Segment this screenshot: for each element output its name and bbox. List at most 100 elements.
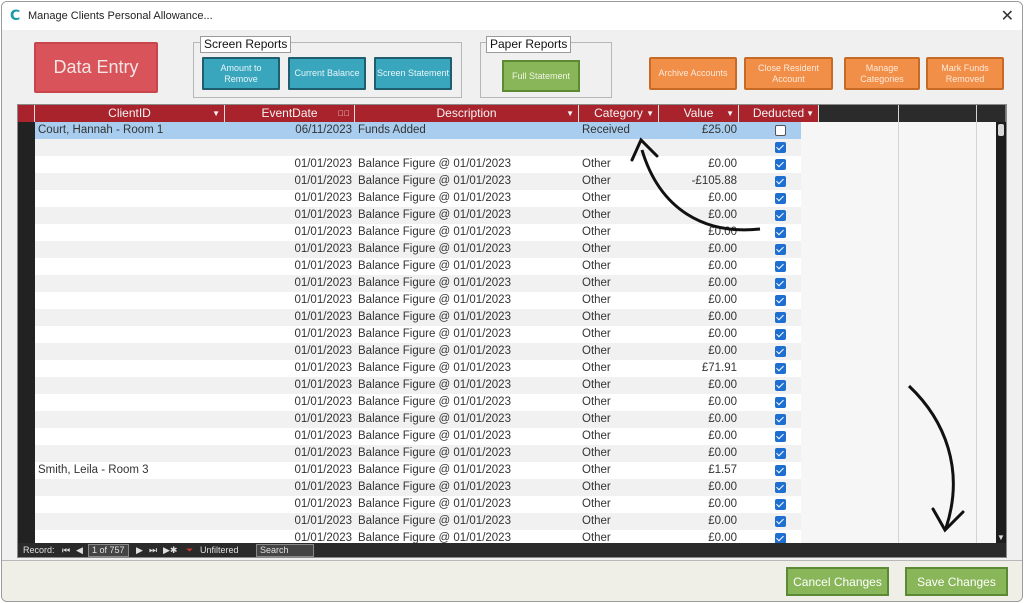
client-cell[interactable]	[35, 224, 225, 241]
description-cell[interactable]: Balance Figure @ 01/01/2023	[355, 530, 577, 543]
client-cell[interactable]: Court, Hannah - Room 1	[35, 122, 225, 139]
table-row[interactable]: 01/01/2023 Balance Figure @ 01/01/2023 Oth…	[35, 258, 801, 275]
description-cell[interactable]: Balance Figure @ 01/01/2023	[355, 360, 577, 377]
value-cell[interactable]: £0.00	[659, 309, 739, 326]
category-cell[interactable]: Received	[579, 122, 659, 139]
category-cell[interactable]: Other	[579, 428, 659, 445]
description-cell[interactable]: Balance Figure @ 01/01/2023	[355, 513, 577, 530]
category-cell[interactable]: Other	[579, 513, 659, 530]
eventdate-cell[interactable]: 01/01/2023	[225, 241, 355, 258]
dropdown-arrow-icon[interactable]: ▼	[646, 105, 654, 122]
cancel-changes-button[interactable]: Cancel Changes	[786, 567, 889, 596]
value-cell[interactable]: £0.00	[659, 428, 739, 445]
eventdate-cell[interactable]: 01/01/2023	[225, 207, 355, 224]
description-cell[interactable]: Funds Added	[355, 122, 577, 139]
screen-statement-button[interactable]: Screen Statement	[374, 57, 452, 90]
category-cell[interactable]: Other	[579, 156, 659, 173]
deducted-checkbox[interactable]	[775, 142, 786, 153]
close-icon[interactable]: ✕	[1001, 6, 1014, 25]
deducted-checkbox[interactable]	[775, 499, 786, 510]
table-row[interactable]: 01/01/2023 Balance Figure @ 01/01/2023 Oth…	[35, 530, 801, 543]
col-header-clientid[interactable]: ClientID ▼	[35, 105, 225, 122]
value-cell[interactable]: £0.00	[659, 445, 739, 462]
deducted-checkbox[interactable]	[775, 380, 786, 391]
deducted-checkbox[interactable]	[775, 516, 786, 527]
table-row[interactable]: 01/01/2023 Balance Figure @ 01/01/2023 Oth…	[35, 292, 801, 309]
table-row[interactable]: 01/01/2023 Balance Figure @ 01/01/2023 Oth…	[35, 377, 801, 394]
table-row[interactable]: 01/01/2023 Balance Figure @ 01/01/2023 Oth…	[35, 326, 801, 343]
deducted-checkbox[interactable]	[775, 295, 786, 306]
manage-categories-button[interactable]: Manage Categories	[844, 57, 920, 90]
value-cell[interactable]: £0.00	[659, 224, 739, 241]
category-cell[interactable]: Other	[579, 241, 659, 258]
category-cell[interactable]: Other	[579, 360, 659, 377]
deducted-checkbox[interactable]	[775, 278, 786, 289]
category-cell[interactable]: Other	[579, 462, 659, 479]
description-cell[interactable]: Balance Figure @ 01/01/2023	[355, 445, 577, 462]
client-cell[interactable]	[35, 479, 225, 496]
table-row[interactable]: 01/01/2023 Balance Figure @ 01/01/2023 Oth…	[35, 224, 801, 241]
client-cell[interactable]	[35, 445, 225, 462]
client-cell[interactable]	[35, 326, 225, 343]
deducted-checkbox[interactable]	[775, 210, 786, 221]
table-row[interactable]: Court, Hannah - Room 1 06/11/2023 Funds Ad…	[35, 122, 801, 140]
deducted-checkbox[interactable]	[775, 346, 786, 357]
close-resident-account-button[interactable]: Close Resident Account	[744, 57, 833, 90]
eventdate-cell[interactable]: 01/01/2023	[225, 496, 355, 513]
eventdate-cell[interactable]: 01/01/2023	[225, 173, 355, 190]
client-cell[interactable]	[35, 513, 225, 530]
value-cell[interactable]: £0.00	[659, 377, 739, 394]
category-cell[interactable]: Other	[579, 496, 659, 513]
description-cell[interactable]	[355, 139, 577, 156]
table-row[interactable]: 01/01/2023 Balance Figure @ 01/01/2023 Oth…	[35, 411, 801, 428]
filter-icon[interactable]: ⏷	[186, 543, 193, 557]
deducted-checkbox[interactable]	[775, 533, 786, 543]
eventdate-cell[interactable]: 01/01/2023	[225, 411, 355, 428]
category-cell[interactable]: Other	[579, 224, 659, 241]
description-cell[interactable]: Balance Figure @ 01/01/2023	[355, 343, 577, 360]
table-row[interactable]: 01/01/2023 Balance Figure @ 01/01/2023 Oth…	[35, 173, 801, 190]
filter-status[interactable]: Unfiltered	[200, 543, 239, 557]
client-cell[interactable]	[35, 343, 225, 360]
value-cell[interactable]: £0.00	[659, 530, 739, 543]
category-cell[interactable]: Other	[579, 275, 659, 292]
deducted-checkbox[interactable]	[775, 261, 786, 272]
eventdate-cell[interactable]: 01/01/2023	[225, 479, 355, 496]
value-cell[interactable]: £0.00	[659, 258, 739, 275]
client-cell[interactable]: Smith, Leila - Room 3	[35, 462, 225, 479]
eventdate-cell[interactable]: 01/01/2023	[225, 462, 355, 479]
scroll-down-icon[interactable]: ▼	[997, 533, 1005, 542]
value-cell[interactable]: £0.00	[659, 207, 739, 224]
col-header-deducted[interactable]: Deducted ▼	[739, 105, 819, 122]
value-cell[interactable]: £0.00	[659, 156, 739, 173]
client-cell[interactable]	[35, 190, 225, 207]
value-cell[interactable]: £0.00	[659, 190, 739, 207]
table-row[interactable]: 01/01/2023 Balance Figure @ 01/01/2023 Oth…	[35, 428, 801, 445]
table-row[interactable]: 01/01/2023 Balance Figure @ 01/01/2023 Oth…	[35, 343, 801, 360]
table-row[interactable]: 01/01/2023 Balance Figure @ 01/01/2023 Oth…	[35, 445, 801, 462]
value-cell[interactable]	[659, 139, 739, 156]
category-cell[interactable]: Other	[579, 411, 659, 428]
scrollbar-thumb[interactable]	[998, 124, 1004, 136]
description-cell[interactable]: Balance Figure @ 01/01/2023	[355, 224, 577, 241]
value-cell[interactable]: £0.00	[659, 275, 739, 292]
value-cell[interactable]: £0.00	[659, 513, 739, 530]
description-cell[interactable]: Balance Figure @ 01/01/2023	[355, 394, 577, 411]
category-cell[interactable]: Other	[579, 326, 659, 343]
table-row[interactable]: 01/01/2023 Balance Figure @ 01/01/2023 Oth…	[35, 207, 801, 224]
table-row[interactable]: Smith, Leila - Room 3 01/01/2023 Balance F…	[35, 462, 801, 479]
category-cell[interactable]: Other	[579, 530, 659, 543]
value-cell[interactable]: £0.00	[659, 394, 739, 411]
table-row[interactable]: 01/01/2023 Balance Figure @ 01/01/2023 Oth…	[35, 479, 801, 496]
deducted-checkbox[interactable]	[775, 125, 786, 136]
client-cell[interactable]	[35, 156, 225, 173]
client-cell[interactable]	[35, 360, 225, 377]
category-cell[interactable]: Other	[579, 258, 659, 275]
eventdate-cell[interactable]: 01/01/2023	[225, 343, 355, 360]
eventdate-cell[interactable]: 01/01/2023	[225, 360, 355, 377]
description-cell[interactable]: Balance Figure @ 01/01/2023	[355, 207, 577, 224]
deducted-checkbox[interactable]	[775, 159, 786, 170]
category-cell[interactable]	[579, 139, 659, 156]
description-cell[interactable]: Balance Figure @ 01/01/2023	[355, 156, 577, 173]
dropdown-arrow-icon[interactable]: ▼	[806, 105, 814, 122]
